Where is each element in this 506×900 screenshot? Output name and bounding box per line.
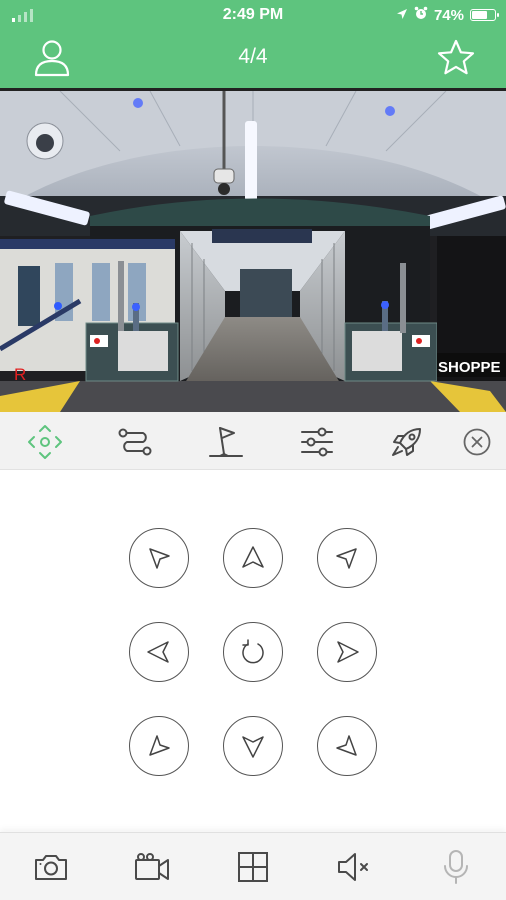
snapshot-button[interactable]	[31, 847, 71, 887]
star-icon	[437, 39, 475, 75]
arrow-down-right-icon	[336, 735, 357, 756]
favorite-button[interactable]	[436, 38, 476, 78]
arrow-up-left-icon	[149, 548, 170, 569]
status-indicators: 74%	[396, 6, 499, 24]
arrow-down-icon	[242, 736, 264, 758]
status-bar: 2:49 PM 74%	[0, 0, 506, 30]
location-arrow-icon	[396, 7, 408, 24]
arrow-up-icon	[242, 546, 264, 568]
record-video-button[interactable]	[132, 847, 172, 887]
battery-icon	[470, 9, 499, 21]
grid-layout-button[interactable]	[233, 847, 273, 887]
close-toolbar-button[interactable]	[459, 424, 495, 460]
camera-image: SHOPPE	[0, 91, 506, 412]
ptz-up-right-button[interactable]	[317, 528, 377, 588]
ptz-reset-button[interactable]	[223, 622, 283, 682]
mute-icon	[338, 853, 368, 881]
camera-snapshot-icon	[35, 855, 67, 880]
app-screen: 2:49 PM 74% 4/4 SHOPPE R	[0, 0, 506, 900]
microphone-icon	[444, 850, 468, 884]
page-title: 4/4	[238, 45, 268, 68]
rocket-icon	[392, 428, 421, 456]
arrow-up-right-icon	[336, 548, 357, 569]
ptz-right-button[interactable]	[317, 622, 377, 682]
microphone-button[interactable]	[436, 847, 476, 887]
image-settings-tab[interactable]	[299, 424, 335, 460]
arrow-right-icon	[337, 641, 359, 663]
ptz-down-right-button[interactable]	[317, 716, 377, 776]
mute-button[interactable]	[335, 847, 375, 887]
bottom-action-bar	[0, 832, 506, 900]
route-icon	[118, 428, 152, 456]
control-toolbar	[0, 412, 506, 470]
speed-tab[interactable]	[389, 424, 425, 460]
flag-icon	[209, 427, 243, 457]
ptz-direction-pad	[0, 470, 506, 832]
sliders-icon	[301, 427, 333, 457]
ptz-control-tab[interactable]	[27, 424, 63, 460]
camera-sign-text: SHOPPE	[438, 359, 501, 376]
ptz-up-button[interactable]	[223, 528, 283, 588]
arrow-left-icon	[147, 641, 169, 663]
grid-layout-icon	[238, 852, 268, 882]
cruise-route-tab[interactable]	[117, 424, 153, 460]
camera-overlay-label: R	[14, 365, 27, 384]
arrow-down-left-icon	[149, 735, 170, 756]
camera-feed[interactable]: SHOPPE R	[0, 88, 506, 412]
ptz-up-left-button[interactable]	[129, 528, 189, 588]
close-circle-icon	[463, 428, 491, 456]
ptz-left-button[interactable]	[129, 622, 189, 682]
battery-percentage: 74%	[433, 6, 464, 24]
ptz-down-button[interactable]	[223, 716, 283, 776]
preset-tab[interactable]	[208, 424, 244, 460]
ptz-control-icon	[28, 425, 62, 459]
ptz-down-left-button[interactable]	[129, 716, 189, 776]
rotate-reset-icon	[242, 639, 264, 664]
alarm-icon	[414, 6, 428, 24]
app-header: 2:49 PM 74% 4/4	[0, 0, 506, 88]
video-record-icon	[135, 853, 169, 880]
